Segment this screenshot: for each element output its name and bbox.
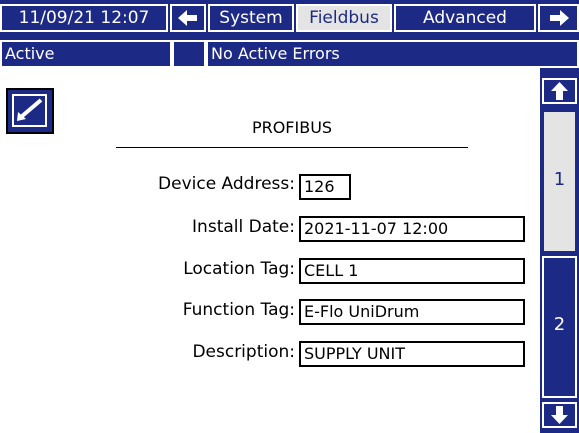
install-date-field[interactable]: 2021-11-07 12:00 [299,216,525,242]
datetime-display: 11/09/21 12:07 [0,4,168,32]
status-indicator [172,40,206,68]
device-address-field[interactable]: 126 [299,174,351,200]
arrow-right-icon [549,10,569,26]
scroll-up-button[interactable] [542,78,577,104]
panel-title: PROFIBUS [251,118,333,137]
tab-fieldbus[interactable]: Fieldbus [296,4,392,32]
arrow-left-icon [178,10,197,26]
device-address-label: Device Address: [158,174,295,194]
description-field[interactable]: SUPPLY UNIT [299,341,525,367]
edit-icon [12,94,47,127]
location-tag-field[interactable]: CELL 1 [299,258,525,284]
title-divider [116,147,468,148]
description-label: Description: [192,342,295,362]
scroll-down-button[interactable] [542,402,577,428]
status-mode: Active [0,40,172,68]
arrow-down-icon [551,406,568,424]
page-2-button[interactable]: 2 [542,256,577,398]
install-date-label: Install Date: [192,217,295,237]
page-1-button[interactable]: 1 [542,110,577,253]
function-tag-label: Function Tag: [182,300,295,320]
tab-advanced[interactable]: Advanced [394,4,536,32]
tab-prev-button[interactable] [170,4,206,32]
location-tag-label: Location Tag: [183,259,295,279]
function-tag-field[interactable]: E-Flo UniDrum [299,299,525,325]
arrow-up-icon [551,82,568,100]
edit-button[interactable] [6,88,54,134]
status-message: No Active Errors [206,40,579,68]
tab-next-button[interactable] [538,4,579,32]
tab-system[interactable]: System [208,4,294,32]
